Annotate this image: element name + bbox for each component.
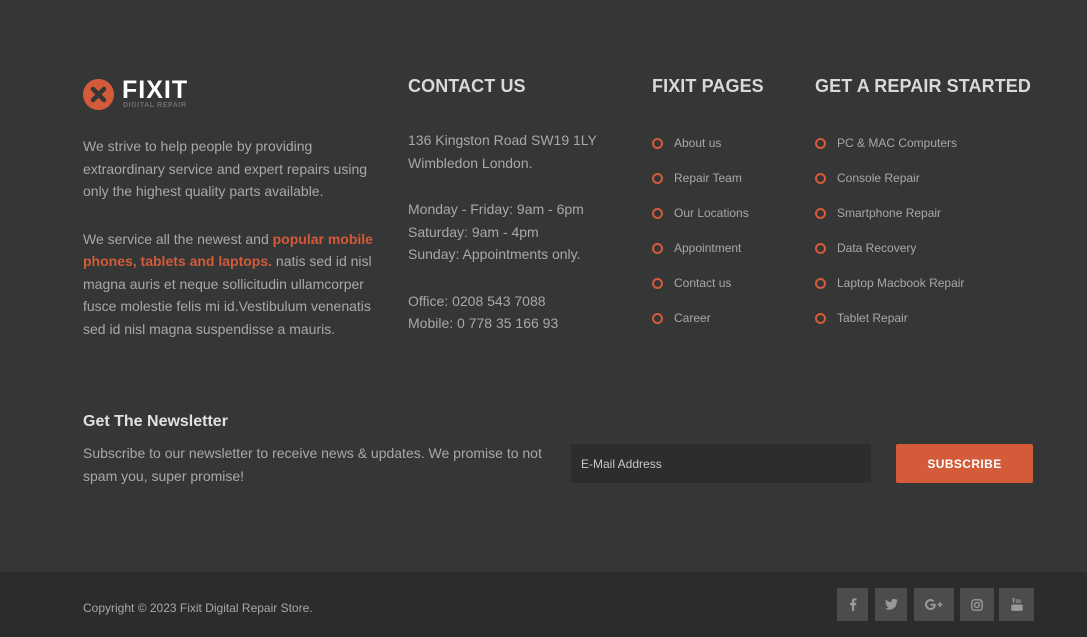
logo-tagline: DIGITAL REPAIR bbox=[123, 102, 187, 109]
contact-heading: CONTACT US bbox=[408, 76, 526, 96]
facebook-icon[interactable] bbox=[837, 588, 868, 621]
circle-bullet-icon bbox=[652, 173, 663, 184]
twitter-icon[interactable] bbox=[875, 588, 907, 621]
hours-saturday: Saturday: 9am - 4pm bbox=[408, 223, 539, 240]
pages-list: About us Repair Team Our Locations Appoi… bbox=[652, 136, 812, 346]
circle-bullet-icon bbox=[815, 278, 826, 289]
copyright-text: Copyright © 2023 Fixit Digital Repair St… bbox=[83, 601, 313, 615]
pages-link-about-us[interactable]: About us bbox=[652, 136, 812, 171]
logo-wordmark: FIXIT bbox=[122, 76, 189, 104]
link-label: Contact us bbox=[674, 276, 732, 290]
link-label: Appointment bbox=[674, 241, 742, 255]
logo-x-icon bbox=[83, 79, 114, 110]
repair-column: GET A REPAIR STARTED PC & MAC Computers … bbox=[815, 76, 1055, 346]
about-paragraph-1: We strive to help people by providing ex… bbox=[83, 138, 368, 199]
pages-link-contact-us[interactable]: Contact us bbox=[652, 276, 812, 311]
repair-link-console[interactable]: Console Repair bbox=[815, 171, 1055, 206]
link-label: Data Recovery bbox=[837, 241, 917, 255]
circle-bullet-icon bbox=[652, 138, 663, 149]
contact-phones: Office: 0208 543 7088 Mobile: 0 778 35 1… bbox=[408, 290, 638, 335]
link-label: Career bbox=[674, 311, 711, 325]
newsletter-text: Subscribe to our newsletter to receive n… bbox=[83, 445, 542, 484]
pages-heading: FIXIT PAGES bbox=[652, 76, 764, 96]
repair-link-tablet[interactable]: Tablet Repair bbox=[815, 311, 1055, 346]
link-label: PC & MAC Computers bbox=[837, 136, 958, 150]
address-line-1: 136 Kingston Road SW19 1LY bbox=[408, 132, 597, 148]
instagram-icon[interactable] bbox=[960, 588, 994, 621]
address-line-2: Wimbledon London. bbox=[408, 154, 533, 171]
office-phone[interactable]: Office: 0208 543 7088 bbox=[408, 290, 638, 313]
circle-bullet-icon bbox=[815, 313, 826, 324]
circle-bullet-icon bbox=[652, 208, 663, 219]
circle-bullet-icon bbox=[652, 243, 663, 254]
email-field[interactable] bbox=[571, 444, 871, 483]
link-label: Laptop Macbook Repair bbox=[837, 276, 965, 290]
newsletter-title: Get The Newsletter bbox=[83, 413, 228, 430]
repair-link-laptop[interactable]: Laptop Macbook Repair bbox=[815, 276, 1055, 311]
pages-column: FIXIT PAGES About us Repair Team Our Loc… bbox=[652, 76, 812, 346]
repair-list: PC & MAC Computers Console Repair Smartp… bbox=[815, 136, 1055, 346]
google-plus-icon[interactable] bbox=[914, 588, 954, 621]
youtube-icon[interactable] bbox=[999, 588, 1034, 621]
link-label: About us bbox=[674, 136, 722, 150]
hours-weekday: Monday - Friday: 9am - 6pm bbox=[408, 201, 584, 217]
link-label: Smartphone Repair bbox=[837, 206, 942, 220]
circle-bullet-icon bbox=[815, 243, 826, 254]
contact-hours: Monday - Friday: 9am - 6pm Saturday: 9am… bbox=[408, 198, 638, 266]
repair-link-smartphone[interactable]: Smartphone Repair bbox=[815, 206, 1055, 241]
link-label: Repair Team bbox=[674, 171, 742, 185]
hours-sunday: Sunday: Appointments only. bbox=[408, 246, 581, 262]
pages-link-repair-team[interactable]: Repair Team bbox=[652, 171, 812, 206]
repair-link-pc-mac[interactable]: PC & MAC Computers bbox=[815, 136, 1055, 171]
newsletter-section: Get The Newsletter Subscribe to our news… bbox=[83, 413, 553, 487]
about-text-before: We service all the newest and bbox=[83, 230, 273, 247]
link-label: Tablet Repair bbox=[837, 311, 908, 325]
circle-bullet-icon bbox=[815, 138, 826, 149]
circle-bullet-icon bbox=[815, 208, 826, 219]
circle-bullet-icon bbox=[652, 278, 663, 289]
logo[interactable]: FIXIT DIGITAL REPAIR bbox=[83, 76, 388, 112]
pages-link-career[interactable]: Career bbox=[652, 311, 812, 346]
circle-bullet-icon bbox=[815, 173, 826, 184]
footer-main: FIXIT DIGITAL REPAIR We strive to help p… bbox=[0, 0, 1087, 572]
about-paragraph-2: We service all the newest and popular mo… bbox=[83, 228, 388, 341]
subscribe-button[interactable]: SUBSCRIBE bbox=[896, 444, 1033, 483]
link-label: Console Repair bbox=[837, 171, 920, 185]
link-label: Our Locations bbox=[674, 206, 749, 220]
repair-link-data-recovery[interactable]: Data Recovery bbox=[815, 241, 1055, 276]
contact-column: CONTACT US 136 Kingston Road SW19 1LY Wi… bbox=[408, 76, 638, 335]
pages-link-our-locations[interactable]: Our Locations bbox=[652, 206, 812, 241]
contact-address: 136 Kingston Road SW19 1LY Wimbledon Lon… bbox=[408, 129, 638, 174]
circle-bullet-icon bbox=[652, 313, 663, 324]
about-column: FIXIT DIGITAL REPAIR We strive to help p… bbox=[83, 76, 388, 340]
repair-heading: GET A REPAIR STARTED bbox=[815, 76, 1032, 96]
mobile-phone[interactable]: Mobile: 0 778 35 166 93 bbox=[408, 312, 638, 335]
pages-link-appointment[interactable]: Appointment bbox=[652, 241, 812, 276]
